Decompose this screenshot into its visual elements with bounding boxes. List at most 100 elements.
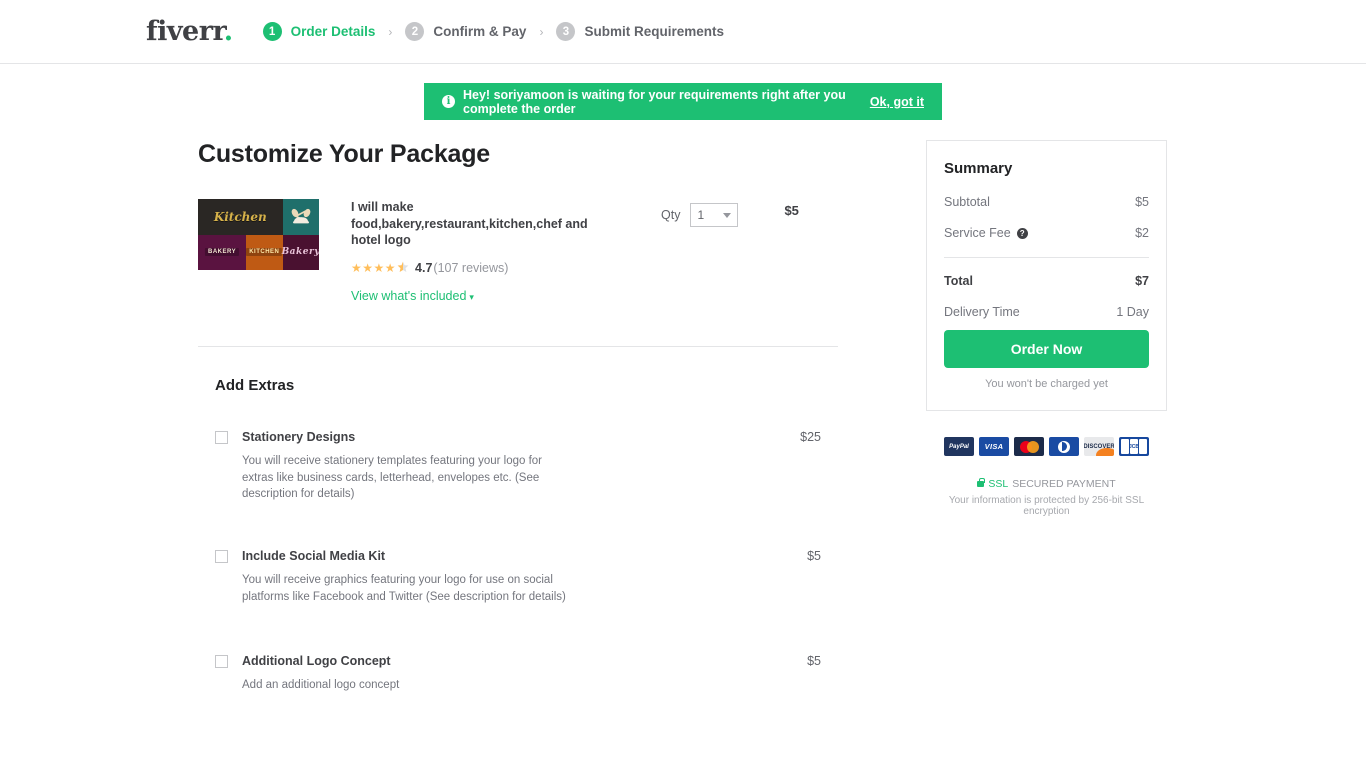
charge-note: You won't be charged yet: [944, 378, 1149, 390]
order-now-button[interactable]: Order Now: [944, 330, 1149, 368]
chevron-down-icon: [723, 213, 731, 218]
gig-price: $5: [784, 203, 798, 218]
extra-header: Include Social Media Kit $5: [215, 549, 838, 563]
utensils-icon: [283, 199, 319, 235]
service-fee-label: Service Fee: [944, 226, 1011, 240]
gig-title[interactable]: I will make food,bakery,restaurant,kitch…: [351, 199, 613, 249]
diners-club-mark: [1058, 441, 1070, 453]
thumb-cell-bakery-script: Bakery: [283, 235, 319, 271]
total-value: $7: [1135, 274, 1149, 288]
thumb-caption-1: Kitchen: [198, 199, 283, 235]
view-whats-included-link[interactable]: View what's included▾: [351, 289, 474, 303]
step-3-label: Submit Requirements: [584, 24, 724, 39]
ssl-security-note: SSL SECURED PAYMENT Your information is …: [926, 478, 1167, 517]
jcb-icon: JCB: [1119, 437, 1149, 456]
extra-name: Include Social Media Kit: [242, 549, 838, 563]
thumb-cell-utensils: [283, 199, 319, 235]
step-confirm-and-pay[interactable]: 2 Confirm & Pay: [405, 22, 526, 41]
summary-column: Summary Subtotal $5 Service Fee ? $2 Tot…: [926, 140, 1167, 726]
customize-package-column: Customize Your Package Kitchen: [198, 140, 838, 726]
summary-divider: [944, 257, 1149, 258]
gig-rating: ★★★★ 4.7 (107 reviews): [351, 261, 613, 275]
visa-icon: VISA: [979, 437, 1009, 456]
extra-item-social-media-kit: Include Social Media Kit $5 You will rec…: [215, 549, 838, 605]
subtotal-value: $5: [1135, 195, 1149, 209]
ok-got-it-link[interactable]: Ok, got it: [870, 95, 924, 109]
order-summary-card: Summary Subtotal $5 Service Fee ? $2 Tot…: [926, 140, 1167, 411]
extra-name: Stationery Designs: [242, 430, 838, 444]
extra-header: Stationery Designs $25: [215, 430, 838, 444]
total-label: Total: [944, 274, 973, 288]
extra-header: Additional Logo Concept $5: [215, 654, 838, 668]
step-order-details[interactable]: 1 Order Details: [263, 22, 376, 41]
extra-price: $25: [800, 430, 821, 444]
thumb-caption-3: BAKERY: [205, 248, 239, 256]
summary-row-delivery-time: Delivery Time 1 Day: [944, 305, 1149, 319]
thumb-cell-kitchen-script: Kitchen: [198, 199, 283, 235]
step-3-number: 3: [556, 22, 575, 41]
fiverr-logo[interactable]: fiverr.: [146, 16, 233, 47]
diners-club-icon: [1049, 437, 1079, 456]
add-extras-section: Add Extras Stationery Designs $25 You wi…: [198, 377, 838, 694]
page-content: Customize Your Package Kitchen: [0, 140, 1366, 726]
mastercard-icon: [1014, 437, 1044, 456]
step-1-number: 1: [263, 22, 282, 41]
star-icons: ★★★★: [351, 262, 396, 274]
paypal-icon: PayPal: [944, 437, 974, 456]
gig-thumbnail[interactable]: Kitchen BAKERY: [198, 199, 319, 270]
rating-count: (107 reviews): [433, 261, 508, 275]
payment-methods: PayPal VISA DISCOVER JCB: [926, 437, 1167, 456]
jcb-label: JCB: [1119, 444, 1149, 450]
step-1-label: Order Details: [291, 24, 376, 39]
view-whats-included-label: View what's included: [351, 289, 466, 303]
step-2-label: Confirm & Pay: [433, 24, 526, 39]
ssl-secured-text: SECURED PAYMENT: [1012, 478, 1115, 490]
info-icon: i: [442, 95, 455, 108]
add-extras-title: Add Extras: [215, 377, 838, 394]
extra-price: $5: [807, 654, 821, 668]
ssl-headline: SSL SECURED PAYMENT: [926, 478, 1167, 490]
step-2-number: 2: [405, 22, 424, 41]
extra-description: Add an additional logo concept: [242, 677, 572, 694]
discover-icon: DISCOVER: [1084, 437, 1114, 456]
help-icon[interactable]: ?: [1017, 228, 1028, 239]
service-fee-value: $2: [1135, 226, 1149, 240]
summary-row-total: Total $7: [944, 274, 1149, 288]
qty-value: 1: [697, 208, 704, 222]
delivery-time-label: Delivery Time: [944, 305, 1020, 319]
top-navigation-bar: fiverr. 1 Order Details › 2 Confirm & Pa…: [0, 0, 1366, 64]
notification-banner-wrapper: i Hey! soriyamoon is waiting for your re…: [0, 83, 1366, 120]
extra-checkbox-additional-logo-concept[interactable]: [215, 655, 228, 668]
qty-label: Qty: [661, 208, 680, 222]
extra-checkbox-social-media-kit[interactable]: [215, 550, 228, 563]
delivery-time-value: 1 Day: [1116, 305, 1149, 319]
banner-message: Hey! soriyamoon is waiting for your requ…: [463, 88, 862, 116]
summary-row-service-fee: Service Fee ? $2: [944, 226, 1149, 240]
step-separator-1: ›: [388, 25, 392, 39]
extra-checkbox-stationery-designs[interactable]: [215, 431, 228, 444]
gig-summary-row: Kitchen BAKERY: [198, 199, 838, 305]
extra-price: $5: [807, 549, 821, 563]
step-separator-2: ›: [539, 25, 543, 39]
logo-text: fiverr: [146, 16, 224, 47]
thumb-cell-bakery: BAKERY: [198, 235, 246, 271]
quantity-control: Qty 1: [661, 203, 738, 227]
lock-icon: [977, 481, 984, 487]
qty-select[interactable]: 1: [690, 203, 738, 227]
thumb-caption-4: KITCHEN: [246, 248, 282, 256]
step-submit-requirements[interactable]: 3 Submit Requirements: [556, 22, 724, 41]
service-fee-label-group: Service Fee ?: [944, 226, 1028, 240]
page-title: Customize Your Package: [198, 140, 838, 169]
chevron-down-icon: ▾: [469, 292, 474, 302]
extra-item-stationery-designs: Stationery Designs $25 You will receive …: [215, 430, 838, 503]
ssl-tag: SSL: [988, 478, 1008, 490]
summary-row-subtotal: Subtotal $5: [944, 195, 1149, 209]
extra-description: You will receive graphics featuring your…: [242, 572, 572, 605]
discover-label: DISCOVER: [1084, 444, 1114, 450]
thumb-cell-kitchen: KITCHEN: [246, 235, 282, 271]
mastercard-circles: [1020, 441, 1039, 453]
extra-description: You will receive stationery templates fe…: [242, 453, 572, 503]
rating-score: 4.7: [415, 261, 432, 275]
ssl-note: Your information is protected by 256-bit…: [926, 495, 1167, 517]
section-divider: [198, 346, 838, 347]
